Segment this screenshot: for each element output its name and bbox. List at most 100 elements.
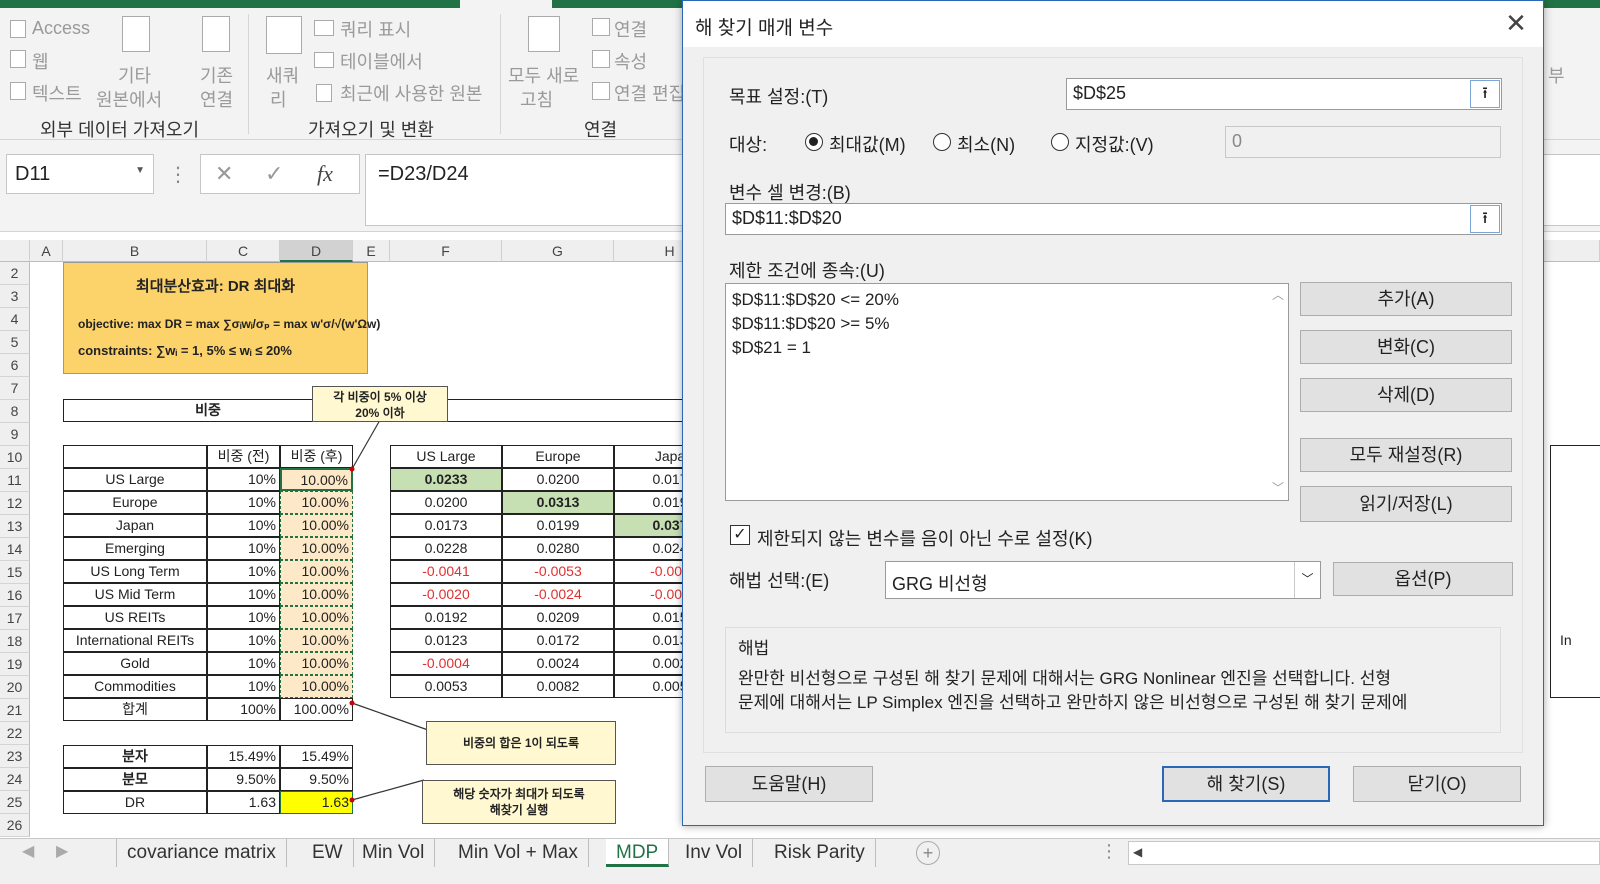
collapse-ref-icon[interactable]: ⭱: [1470, 205, 1500, 233]
constraints-label: 제한 조건에 종속:(U): [729, 261, 885, 281]
chevron-down-icon[interactable]: ▼: [135, 165, 145, 176]
ribbon-access[interactable]: Access: [32, 18, 90, 39]
reset-all-button[interactable]: 모두 재설정(R): [1300, 438, 1512, 472]
tab-ew[interactable]: EW: [302, 839, 354, 867]
ribbon-web[interactable]: 웹: [32, 48, 49, 74]
note-max-line2: 해찾기 실행: [489, 803, 549, 817]
change-button[interactable]: 변화(C): [1300, 330, 1512, 364]
right-table-fragment: [1550, 445, 1600, 698]
chevron-down-icon[interactable]: ﹀: [1294, 562, 1320, 598]
tab-inv-vol[interactable]: Inv Vol: [675, 839, 754, 867]
ribbon-existing-1[interactable]: 기존: [200, 62, 233, 88]
constraint-item[interactable]: $D$21 = 1: [732, 336, 811, 360]
nonneg-checkbox[interactable]: ✓: [730, 525, 750, 545]
ribbon-other-sources-1[interactable]: 기타: [118, 62, 151, 88]
dialog-titlebar: 해 찾기 매개 변수 ✕: [683, 1, 1543, 47]
recent-sources-icon: [316, 84, 332, 102]
ribbon-separator: [248, 14, 249, 134]
delete-button[interactable]: 삭제(D): [1300, 378, 1512, 412]
other-sources-icon: [122, 16, 150, 52]
formula-buttons: ✕ ✓ fx: [200, 154, 360, 194]
ribbon-properties[interactable]: 속성: [614, 48, 647, 74]
note-weights-line2: 20% 이하: [355, 406, 405, 420]
tab-min-vol-max[interactable]: Min Vol + Max: [448, 839, 589, 867]
group-connections: 연결: [584, 120, 618, 140]
sheet-tabs-bar: ◀ ▶ covariance matrix EW Min Vol Min Vol…: [0, 838, 1600, 884]
max-radio[interactable]: [805, 133, 823, 151]
nonneg-label[interactable]: 제한되지 않는 변수를 음이 아닌 수로 설정(K): [757, 525, 1093, 551]
value-of-label[interactable]: 지정값:(V): [1075, 131, 1154, 157]
close-button[interactable]: 닫기(O): [1353, 766, 1521, 802]
max-label[interactable]: 최대값(M): [829, 131, 906, 157]
ribbon-separator: [500, 14, 501, 134]
help-title: 해법: [738, 639, 770, 658]
next-sheet-icon[interactable]: ▶: [56, 841, 68, 861]
tab-risk-parity[interactable]: Risk Parity: [764, 839, 876, 867]
access-icon: [10, 20, 26, 38]
name-box[interactable]: D11 ▼: [6, 154, 154, 194]
help-text-line2: 문제에 대해서는 LP Simplex 엔진을 선택하고 완만하지 않은 비선형…: [738, 693, 1408, 712]
note-max-line1: 해당 숫자가 최대가 되도록: [453, 787, 585, 801]
changing-cells-input[interactable]: $D$11:$D$20: [725, 203, 1502, 235]
tab-min-vol[interactable]: Min Vol: [352, 839, 436, 867]
dialog-title: 해 찾기 매개 변수: [695, 18, 834, 39]
ribbon-from-table[interactable]: 테이블에서: [340, 48, 423, 74]
help-button[interactable]: 도움말(H): [705, 766, 873, 802]
horizontal-scrollbar[interactable]: ◀: [1128, 841, 1600, 865]
ribbon-show-query[interactable]: 쿼리 표시: [340, 16, 411, 42]
cancel-icon[interactable]: ✕: [215, 161, 233, 187]
existing-connections-icon: [202, 16, 230, 52]
insert-function-icon[interactable]: fx: [317, 161, 333, 187]
value-of-input[interactable]: 0: [1225, 126, 1501, 158]
method-label: 해법 선택:(E): [729, 571, 830, 591]
tab-covariance-matrix[interactable]: covariance matrix: [116, 839, 287, 867]
collapse-ref-icon[interactable]: ⭱: [1470, 80, 1500, 108]
more-options-icon: ⋮: [1100, 841, 1118, 861]
ribbon-refresh-1[interactable]: 모두 새로: [508, 62, 579, 88]
method-value: GRG 비선형: [892, 574, 988, 594]
scroll-down-icon[interactable]: ﹀: [1272, 479, 1284, 496]
method-select[interactable]: GRG 비선형 ﹀: [885, 561, 1321, 599]
scroll-up-icon[interactable]: ︿: [1272, 286, 1284, 303]
new-query-icon: [266, 16, 302, 54]
constraints-list[interactable]: $D$11:$D$20 <= 20% $D$11:$D$20 >= 5% $D$…: [725, 283, 1289, 501]
ribbon-edit-links[interactable]: 연결 편집: [614, 80, 685, 106]
group-get-transform: 가져오기 및 변환: [308, 120, 434, 140]
constraint-item[interactable]: $D$11:$D$20 >= 5%: [732, 312, 890, 336]
ribbon-existing-2[interactable]: 연결: [200, 86, 233, 112]
changing-cells-label: 변수 셀 변경:(B): [729, 183, 851, 203]
constraint-item[interactable]: $D$11:$D$20 <= 20%: [732, 288, 899, 312]
objective-input[interactable]: $D$25: [1066, 78, 1502, 110]
enter-icon[interactable]: ✓: [265, 161, 283, 187]
ribbon-connections[interactable]: 연결: [614, 16, 647, 42]
help-text-line1: 완만한 비선형으로 구성된 해 찾기 문제에 대해서는 GRG Nonlinea…: [738, 669, 1392, 688]
ribbon-text[interactable]: 텍스트: [32, 80, 82, 106]
close-icon[interactable]: ✕: [1499, 7, 1533, 41]
value-of-radio[interactable]: [1051, 133, 1069, 151]
ribbon-right-fragment[interactable]: 부: [1548, 62, 1565, 88]
ribbon-recent-sources[interactable]: 최근에 사용한 원본: [340, 80, 482, 106]
group-external-data: 외부 데이터 가져오기: [40, 120, 200, 140]
load-save-button[interactable]: 읽기/저장(L): [1300, 486, 1512, 522]
ribbon-other-sources-2[interactable]: 원본에서: [96, 86, 162, 112]
help-group: 해법 완만한 비선형으로 구성된 해 찾기 문제에 대해서는 GRG Nonli…: [725, 627, 1501, 733]
ribbon-refresh-2[interactable]: 고침: [520, 86, 553, 112]
add-button[interactable]: 추가(A): [1300, 282, 1512, 316]
prev-sheet-icon[interactable]: ◀: [22, 841, 34, 861]
scroll-left-icon[interactable]: ◀: [1133, 845, 1142, 859]
name-box-value: D11: [15, 163, 51, 185]
min-radio[interactable]: [933, 133, 951, 151]
ribbon-new-query-2[interactable]: 리: [270, 86, 287, 112]
note-weights-line1: 각 비중이 5% 이상: [333, 390, 427, 404]
show-query-icon: [314, 20, 334, 36]
solve-button[interactable]: 해 찾기(S): [1162, 766, 1330, 802]
options-button[interactable]: 옵션(P): [1333, 562, 1513, 596]
min-label[interactable]: 최소(N): [957, 131, 1015, 157]
tab-mdp[interactable]: MDP: [606, 839, 670, 867]
add-sheet-icon[interactable]: +: [916, 841, 940, 865]
ribbon-new-query-1[interactable]: 새쿼: [266, 62, 299, 88]
more-options-icon: ⋮: [168, 164, 188, 186]
note-sum: 비중의 합은 1이 되도록: [426, 721, 616, 765]
text-file-icon: [10, 82, 26, 100]
web-icon: [10, 50, 26, 68]
